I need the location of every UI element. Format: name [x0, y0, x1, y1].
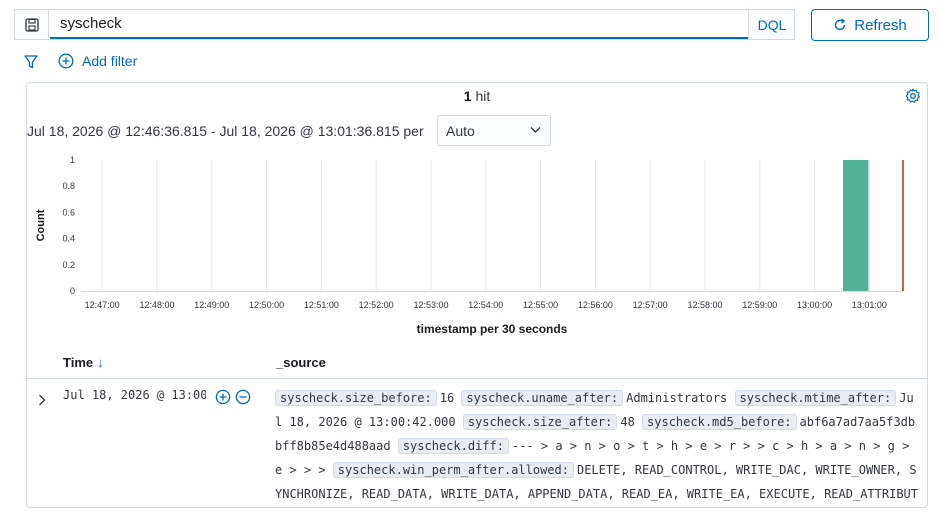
save-icon [24, 17, 39, 32]
histogram-chart: 0 0.2 0.4 0.6 0.8 1 12:47:00 12:48:00 12:49:00 12… [35, 155, 904, 336]
y-tick-label: 0.4 [62, 234, 75, 244]
add-filter-button[interactable]: Add filter [58, 53, 137, 69]
source-field-value: Administrators [626, 391, 735, 405]
x-tick-label: 12:48:00 [139, 300, 174, 310]
x-tick-label: 12:49:00 [194, 300, 229, 310]
filter-out-value-icon[interactable] [235, 389, 251, 405]
row-source: syscheck.size_before: 16 syscheck.uname_a… [275, 386, 920, 506]
refresh-button[interactable]: Refresh [811, 9, 929, 41]
gear-icon[interactable] [905, 88, 921, 109]
source-field-key: syscheck.diff: [397, 438, 509, 454]
x-tick-label: 12:59:00 [742, 300, 777, 310]
source-field-value: 16 [439, 391, 462, 405]
source-field-key: syscheck.win_perm_after.allowed: [332, 462, 574, 478]
y-axis-title: Count [35, 209, 47, 241]
add-filter-label: Add filter [82, 53, 138, 69]
x-tick-label: 12:51:00 [304, 300, 339, 310]
saved-query-button[interactable] [15, 10, 49, 39]
x-tick-label: 13:01:00 [852, 300, 887, 310]
row-time: Jul 18, 2026 @ 13:00:42.000 [63, 388, 206, 402]
sort-down-icon[interactable]: ↓ [97, 355, 104, 370]
column-header-time[interactable]: Time ↓ [63, 355, 104, 370]
y-tick-label: 0.6 [62, 207, 75, 217]
query-language-button[interactable]: DQL [748, 10, 795, 39]
x-tick-label: 12:50:00 [249, 300, 284, 310]
source-field-value: 48 [620, 415, 643, 429]
histogram-bar [842, 160, 869, 291]
filter-for-value-icon[interactable] [215, 389, 231, 405]
y-tick-label: 0 [70, 286, 75, 296]
source-field-key: syscheck.uname_after: [461, 390, 624, 406]
query-bar: syscheck DQL [14, 9, 795, 40]
x-tick-label: 12:54:00 [468, 300, 503, 310]
x-tick-label: 12:55:00 [523, 300, 558, 310]
source-field-key: syscheck.mtime_after: [734, 390, 897, 406]
y-tick-label: 0.8 [62, 181, 75, 191]
column-time-label: Time [63, 355, 94, 370]
hits-number: 1 [463, 88, 472, 104]
x-tick-label: 13:00:00 [797, 300, 832, 310]
column-header-source: _source [276, 355, 326, 370]
hits-label: hit [475, 88, 491, 104]
x-tick-label: 12:58:00 [687, 300, 722, 310]
refresh-icon [835, 18, 846, 31]
y-tick-label: 0.2 [62, 260, 75, 270]
source-field-key: syscheck.size_after: [462, 414, 618, 430]
y-tick-label: 1 [70, 155, 75, 165]
time-range-label: Jul 18, 2026 @ 12:46:36.815 - Jul 18, 20… [27, 123, 424, 139]
expand-row-button[interactable] [37, 393, 47, 412]
x-tick-label: 12:53:00 [413, 300, 448, 310]
source-field-key: syscheck.size_before: [275, 390, 437, 406]
x-tick-label: 12:57:00 [633, 300, 668, 310]
refresh-label: Refresh [854, 16, 907, 34]
source-field-key: syscheck.md5_before: [642, 414, 797, 430]
filter-icon[interactable] [23, 54, 39, 75]
chevron-right-icon [39, 394, 46, 406]
x-tick-label: 12:47:00 [85, 300, 120, 310]
x-tick-label: 12:52:00 [359, 300, 394, 310]
search-input[interactable]: syscheck [50, 10, 748, 39]
x-axis-title: timestamp per 30 seconds [417, 322, 568, 336]
chevron-down-icon [530, 127, 541, 133]
row-filter-actions [215, 389, 251, 405]
table-header-divider [27, 378, 927, 379]
results-panel: 1 hit Jul 18, 2026 @ 12:46:36.815 - Jul … [26, 82, 928, 508]
interval-select[interactable]: Auto [437, 115, 551, 146]
hits-count: 1 hit [27, 88, 927, 104]
plus-circle-icon [58, 53, 74, 69]
x-tick-label: 12:56:00 [578, 300, 613, 310]
interval-value: Auto [446, 123, 475, 139]
